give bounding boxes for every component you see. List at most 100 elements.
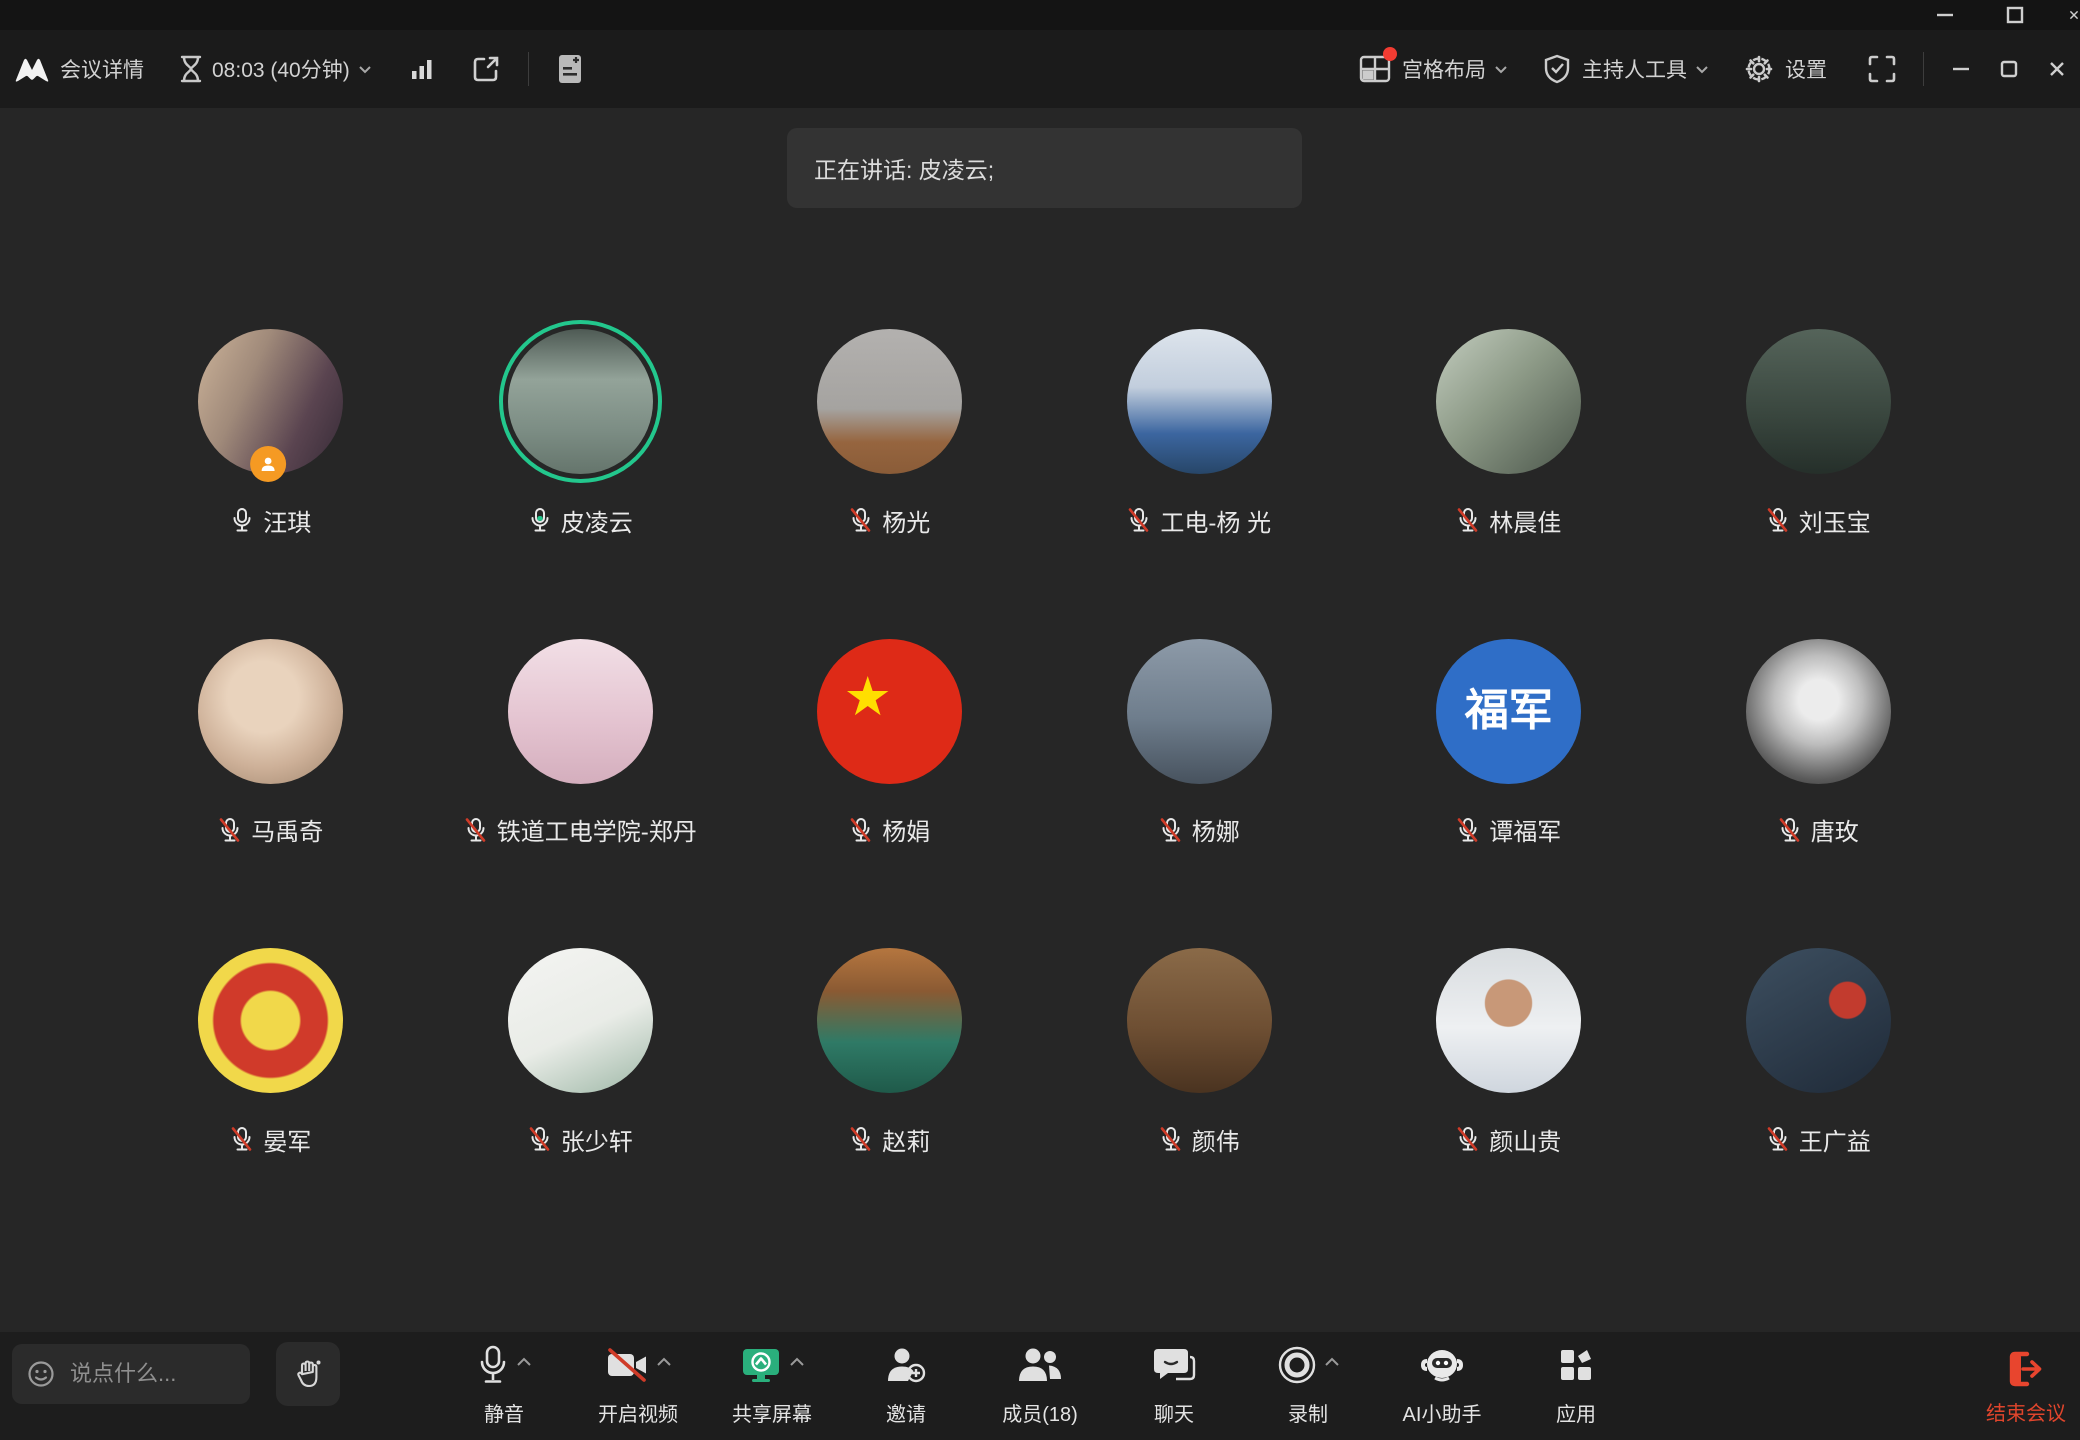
app-close-icon[interactable] [2040, 52, 2074, 86]
chat-input[interactable] [68, 1360, 236, 1388]
meeting-details-button[interactable]: 会议详情 [60, 54, 144, 84]
participant-name: 杨光 [882, 503, 930, 538]
participant-avatar[interactable] [1746, 329, 1891, 474]
mic-status-icon [218, 817, 242, 843]
mic-status-icon [230, 1126, 254, 1152]
participant-avatar[interactable] [817, 329, 962, 474]
mic-status-icon [230, 507, 254, 533]
host-tools-chevron-down-icon[interactable] [1695, 62, 1709, 76]
participant-name: 杨娜 [1192, 812, 1240, 847]
host-tools-button[interactable]: 主持人工具 [1582, 54, 1687, 84]
outer-maximize-icon[interactable] [1998, 0, 2032, 32]
outer-minimize-icon[interactable] [1928, 0, 1962, 32]
participant-avatar[interactable]: 福军 [1436, 639, 1581, 784]
quick-chat-field[interactable] [12, 1344, 250, 1404]
mic-status-icon [1456, 507, 1480, 533]
mic-status-icon [1766, 507, 1790, 533]
participant-tile[interactable]: 林晨佳 [1354, 329, 1664, 639]
meeting-notes-icon[interactable] [555, 53, 585, 85]
participant-tile[interactable]: 王广益 [1664, 948, 1974, 1258]
mic-status-icon [1778, 817, 1802, 843]
participant-tile[interactable]: 刘玉宝 [1664, 329, 1974, 639]
participant-avatar[interactable] [508, 948, 653, 1093]
participant-avatar[interactable] [508, 639, 653, 784]
participant-avatar[interactable] [817, 948, 962, 1093]
toolbar-button-label: 应用 [1556, 1398, 1596, 1427]
participant-tile[interactable]: 张少轩 [426, 948, 736, 1258]
participant-tile[interactable]: 福军 谭福军 [1354, 639, 1664, 949]
participant-tile[interactable]: 杨光 [735, 329, 1045, 639]
toolbar-button-robot[interactable]: AI小助手 [1400, 1346, 1484, 1427]
raise-hand-button[interactable] [276, 1342, 340, 1406]
participant-tile[interactable]: ★ 杨娟 [735, 639, 1045, 949]
toolbar-button-apps[interactable]: 应用 [1534, 1346, 1618, 1427]
smiley-icon[interactable] [26, 1359, 56, 1389]
participant-avatar[interactable] [1127, 639, 1272, 784]
grid-layout-icon[interactable] [1358, 53, 1392, 85]
network-signal-icon[interactable] [408, 55, 436, 83]
participant-avatar[interactable] [1746, 948, 1891, 1093]
outer-close-icon[interactable] [2068, 0, 2080, 32]
participant-name: 铁道工电学院-郑丹 [497, 812, 697, 847]
toolbar-button-people[interactable]: 成员(18) [998, 1346, 1082, 1427]
participant-avatar[interactable] [1436, 948, 1581, 1093]
participant-avatar[interactable] [508, 329, 653, 474]
participant-avatar[interactable]: ★ [817, 639, 962, 784]
participant-avatar[interactable] [198, 639, 343, 784]
titlebar-separator [528, 52, 529, 86]
grid-layout-button[interactable]: 宫格布局 [1402, 54, 1486, 84]
timer-chevron-down-icon[interactable] [358, 62, 372, 76]
shield-check-icon [1542, 53, 1572, 85]
participant-name: 林晨佳 [1489, 503, 1561, 538]
speaking-banner: 正在讲话: 皮凌云; [787, 128, 1302, 208]
layout-chevron-down-icon[interactable] [1494, 62, 1508, 76]
toolbar-items: 静音 开启视频 共享屏幕 邀请 成员(18) [462, 1332, 1618, 1440]
hourglass-icon [178, 54, 204, 84]
apps-icon [1556, 1345, 1596, 1390]
participant-tile[interactable]: 汪琪 [116, 329, 426, 639]
participant-name: 赵莉 [882, 1122, 930, 1157]
participant-tile[interactable]: 工电-杨 光 [1045, 329, 1355, 639]
meeting-timer: 08:03 (40分钟) [212, 54, 350, 84]
toolbar-button-chat-bubble[interactable]: 聊天 [1132, 1346, 1216, 1427]
tool-chevron-up-icon[interactable] [1324, 1354, 1340, 1364]
participant-tile[interactable]: 赵莉 [735, 948, 1045, 1258]
participant-tile[interactable]: 唐玫 [1664, 639, 1974, 949]
tool-chevron-up-icon[interactable] [516, 1354, 532, 1364]
participant-tile[interactable]: 晏军 [116, 948, 426, 1258]
participant-tile[interactable]: 马禹奇 [116, 639, 426, 949]
participant-tile[interactable]: 颜伟 [1045, 948, 1355, 1258]
participant-tile[interactable]: 铁道工电学院-郑丹 [426, 639, 736, 949]
participant-tile[interactable]: 杨娜 [1045, 639, 1355, 949]
participant-avatar[interactable] [198, 948, 343, 1093]
mic-status-icon [464, 817, 488, 843]
toolbar-button-label: 聊天 [1154, 1398, 1194, 1427]
participant-tile[interactable]: 颜山贵 [1354, 948, 1664, 1258]
mic-status-icon [528, 1126, 552, 1152]
toolbar-button-camera-off[interactable]: 开启视频 [596, 1346, 680, 1427]
participant-tile[interactable]: 皮凌云 [426, 329, 736, 639]
settings-button[interactable]: 设置 [1785, 54, 1827, 84]
participant-avatar[interactable] [1746, 639, 1891, 784]
app-titlebar: 会议详情 08:03 (40分钟) 宫格布局 主持人工具 设置 [0, 30, 2080, 108]
app-maximize-icon[interactable] [1992, 52, 2026, 86]
participant-avatar[interactable] [1127, 329, 1272, 474]
toolbar-button-label: 成员(18) [1002, 1398, 1078, 1427]
end-meeting-button[interactable]: 结束会议 [1986, 1332, 2066, 1440]
participant-avatar[interactable] [1436, 329, 1581, 474]
toolbar-button-screen-share[interactable]: 共享屏幕 [730, 1346, 814, 1427]
participant-name: 王广益 [1799, 1122, 1871, 1157]
mic-status-icon [849, 507, 873, 533]
speaking-banner-text: 正在讲话: 皮凌云; [814, 151, 994, 185]
tool-chevron-up-icon[interactable] [656, 1354, 672, 1364]
share-window-icon[interactable] [470, 53, 502, 85]
participant-avatar[interactable] [1127, 948, 1272, 1093]
toolbar-button-person-add[interactable]: 邀请 [864, 1346, 948, 1427]
mic-status-icon [1159, 817, 1183, 843]
fullscreen-icon[interactable] [1867, 54, 1897, 84]
toolbar-button-microphone[interactable]: 静音 [462, 1346, 546, 1427]
toolbar-button-label: 录制 [1288, 1398, 1328, 1427]
tool-chevron-up-icon[interactable] [789, 1354, 805, 1364]
toolbar-button-record[interactable]: 录制 [1266, 1346, 1350, 1427]
app-minimize-icon[interactable] [1944, 52, 1978, 86]
